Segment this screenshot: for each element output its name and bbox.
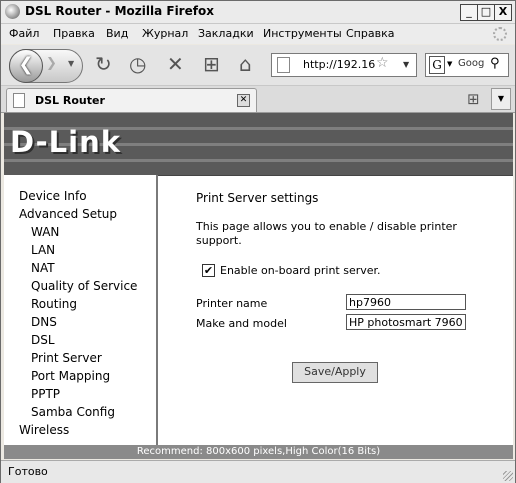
title-bar: DSL Router - Mozilla Firefox _ □ X xyxy=(1,1,515,24)
firefox-icon xyxy=(5,4,20,19)
stop-icon[interactable]: ✕ xyxy=(167,53,184,75)
menu-bookmarks[interactable]: Закладки xyxy=(198,27,254,40)
minimize-button[interactable]: _ xyxy=(460,4,478,21)
browser-window: DSL Router - Mozilla Firefox _ □ X Файл … xyxy=(0,0,516,483)
history-dropdown-icon[interactable]: ▼ xyxy=(68,59,74,68)
menu-journal[interactable]: Журнал xyxy=(142,27,188,40)
printer-name-label: Printer name xyxy=(196,297,268,310)
menu-view[interactable]: Вид xyxy=(106,27,128,40)
search-engine-dropdown-icon[interactable]: ▼ xyxy=(447,60,452,68)
url-text[interactable]: http://192.16 xyxy=(303,58,375,71)
close-tab-icon[interactable]: ✕ xyxy=(237,94,250,107)
star-icon[interactable]: ☆ xyxy=(376,55,389,71)
main-panel: Print Server settings This page allows y… xyxy=(159,175,513,445)
url-dropdown-icon[interactable]: ▼ xyxy=(403,60,409,69)
sidebar-item-routing[interactable]: Routing xyxy=(31,297,77,311)
back-forward-group: ❮ ❯ ▼ xyxy=(9,49,83,83)
maximize-button[interactable]: □ xyxy=(477,4,495,21)
sidebar-item-advanced-setup[interactable]: Advanced Setup xyxy=(19,207,117,221)
sidebar-item-dns[interactable]: DNS xyxy=(31,315,57,329)
sidebar-item-port-mapping[interactable]: Port Mapping xyxy=(31,369,110,383)
home-icon[interactable]: ⌂ xyxy=(239,53,252,75)
sidebar-item-device-info[interactable]: Device Info xyxy=(19,189,87,203)
sidebar-item-wireless[interactable]: Wireless xyxy=(19,423,69,437)
banner-stripe xyxy=(4,159,513,162)
tab-list-dropdown-icon[interactable]: ▼ xyxy=(491,88,511,110)
clock-icon[interactable]: ◷ xyxy=(129,53,146,75)
menu-bar: Файл Правка Вид Журнал Закладки Инструме… xyxy=(1,24,515,44)
search-input[interactable]: Goog xyxy=(458,58,484,69)
menu-file[interactable]: Файл xyxy=(9,27,39,40)
tab-bar: DSL Router ✕ ⊞ ▼ xyxy=(1,86,515,113)
sidebar-item-wan[interactable]: WAN xyxy=(31,225,59,239)
header-banner: D-Link xyxy=(4,113,513,176)
sidebar-item-nat[interactable]: NAT xyxy=(31,261,55,275)
menu-tools[interactable]: Инструменты xyxy=(263,27,342,40)
menu-edit[interactable]: Правка xyxy=(53,27,95,40)
recommend-footer: Recommend: 800x600 pixels,High Color(16 … xyxy=(4,445,513,459)
enable-print-server-checkbox[interactable]: ✔ xyxy=(202,264,215,277)
page-icon xyxy=(277,57,290,73)
page-title: Print Server settings xyxy=(196,191,319,205)
dlink-logo: D-Link xyxy=(10,125,121,159)
sidebar-item-pptp[interactable]: PPTP xyxy=(31,387,60,401)
status-text: Готово xyxy=(8,465,48,478)
printer-name-input[interactable]: hp7960 xyxy=(346,294,466,310)
sidebar-item-lan[interactable]: LAN xyxy=(31,243,55,257)
google-icon[interactable]: G xyxy=(429,56,445,74)
sidebar-item-qos[interactable]: Quality of Service xyxy=(31,279,137,293)
tab-title: DSL Router xyxy=(35,94,105,107)
resize-grip-icon[interactable] xyxy=(503,471,513,481)
sidebar-item-dsl[interactable]: DSL xyxy=(31,333,55,347)
navigation-toolbar: ❮ ❯ ▼ ↻ ◷ ✕ ⊞ ⌂ http://192.16 ☆ ▼ G ▼ Go… xyxy=(1,45,515,86)
enable-print-server-label: Enable on-board print server. xyxy=(220,264,381,277)
sidebar-item-samba-config[interactable]: Samba Config xyxy=(31,405,115,419)
page-icon xyxy=(13,93,25,108)
sidebar-nav: Device Info Advanced Setup WAN LAN NAT Q… xyxy=(4,175,158,445)
page-content: D-Link Device Info Advanced Setup WAN LA… xyxy=(4,113,513,459)
status-bar: Готово xyxy=(1,460,515,483)
forward-arrow-icon[interactable]: ❯ xyxy=(46,56,57,71)
reload-icon[interactable]: ↻ xyxy=(95,53,112,75)
tab-dsl-router[interactable]: DSL Router ✕ xyxy=(6,88,257,112)
sidebar-item-print-server[interactable]: Print Server xyxy=(31,351,102,365)
close-window-button[interactable]: X xyxy=(494,4,512,21)
make-model-input[interactable]: HP photosmart 7960 xyxy=(346,314,466,330)
new-tab-icon[interactable]: ⊞ xyxy=(203,53,220,75)
window-title: DSL Router - Mozilla Firefox xyxy=(25,4,214,18)
throbber-icon xyxy=(493,27,507,41)
make-model-label: Make and model xyxy=(196,317,287,330)
save-apply-button[interactable]: Save/Apply xyxy=(292,362,378,383)
menu-help[interactable]: Справка xyxy=(346,27,394,40)
search-bar[interactable]: G ▼ Goog ⚲ xyxy=(425,53,509,77)
back-arrow-icon[interactable]: ❮ xyxy=(9,49,43,83)
url-bar[interactable]: http://192.16 ☆ ▼ xyxy=(271,53,417,77)
new-tab-button-icon[interactable]: ⊞ xyxy=(467,90,480,108)
search-icon[interactable]: ⚲ xyxy=(490,56,500,71)
page-description: This page allows you to enable / disable… xyxy=(196,220,457,247)
